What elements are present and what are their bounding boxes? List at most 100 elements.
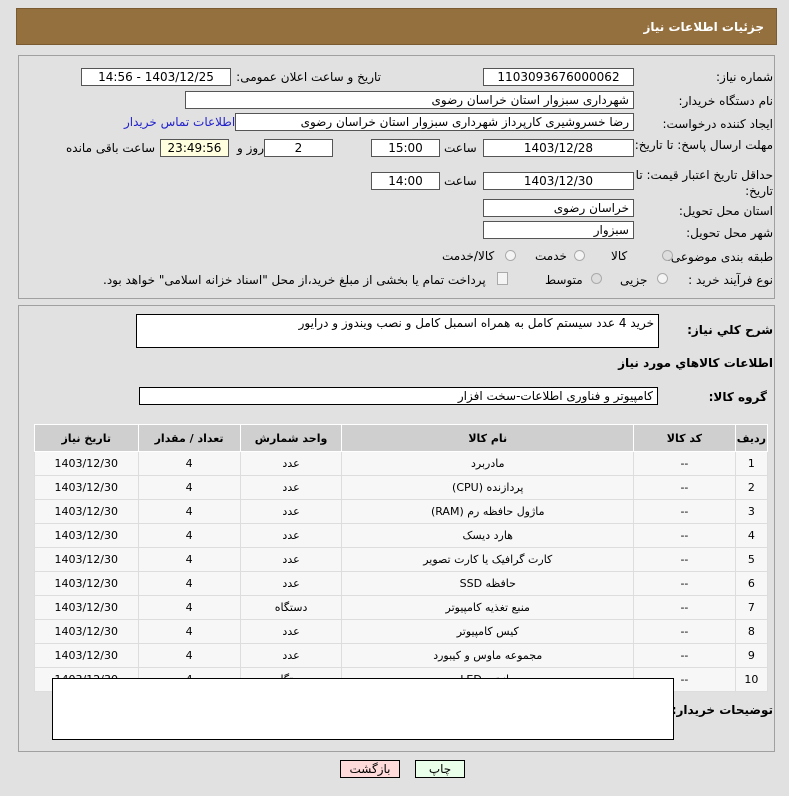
category-goods-service-label: کالا/خدمت xyxy=(442,249,495,263)
table-cell: 1403/12/30 xyxy=(34,499,139,524)
table-cell: 1403/12/30 xyxy=(34,547,139,572)
table-cell: کیس کامپیوتر xyxy=(341,619,635,644)
process-minor-label: جزیی xyxy=(620,273,648,287)
table-cell: عدد xyxy=(239,619,343,644)
validity-time-field: 14:00 xyxy=(371,172,440,190)
deadline-date-field: 1403/12/28 xyxy=(483,139,634,157)
process-label: نوع فرآیند خرید : xyxy=(688,273,773,287)
table-row: 5 -- کارت گرافیک یا کارت تصویر عدد 4 1403/12/… xyxy=(34,547,769,572)
table-cell: -- xyxy=(633,451,736,476)
validity-time-label: ساعت xyxy=(444,174,477,188)
announce-label: تاریخ و ساعت اعلان عمومی: xyxy=(236,70,381,84)
creator-label: ایجاد کننده درخواست: xyxy=(662,117,773,131)
table-header-row: ردیف کد کالا نام کالا واحد شمارش تعداد / مقد… xyxy=(34,424,769,452)
table-cell: -- xyxy=(633,547,736,572)
table-cell: 4 xyxy=(137,571,241,596)
table-row: 7 -- منبع تغذیه کامپیوتر دستگاه 4 1403/12/30 xyxy=(34,595,769,620)
category-service-radio[interactable] xyxy=(574,250,585,261)
table-cell: 6 xyxy=(734,571,769,596)
days-field: 2 xyxy=(264,139,333,157)
validity-label: حداقل تاریخ اعتبار قیمت: تا تاریخ: xyxy=(635,168,773,198)
table-cell: 1403/12/30 xyxy=(34,451,139,476)
buyer-contact-link[interactable]: اطلاعات تماس خریدار xyxy=(124,115,235,129)
payment-note: پرداخت تمام یا بخشی از مبلغ خرید،از محل … xyxy=(103,273,486,287)
category-goods-label: کالا xyxy=(611,249,628,263)
table-cell: 1403/12/30 xyxy=(34,619,139,644)
buyer-label: نام دستگاه خریدار: xyxy=(678,94,774,108)
process-minor-radio[interactable] xyxy=(657,273,668,284)
table-cell: عدد xyxy=(239,643,343,668)
city-field: سبزوار xyxy=(483,221,634,239)
table-cell: -- xyxy=(633,643,736,668)
announce-field: 1403/12/25 - 14:56 xyxy=(81,68,231,86)
category-goods-radio[interactable] xyxy=(662,250,673,261)
goods-group-field: کامپیوتر و فناوری اطلاعات-سخت افزار xyxy=(139,387,658,405)
table-cell: -- xyxy=(633,499,736,524)
table-cell: مجموعه ماوس و کیبورد xyxy=(341,643,635,668)
table-cell: 5 xyxy=(734,547,769,572)
goods-table: ردیف کد کالا نام کالا واحد شمارش تعداد / مقد… xyxy=(34,424,769,692)
buyer-notes-textarea[interactable] xyxy=(52,678,674,740)
category-goods-service-radio[interactable] xyxy=(505,250,516,261)
column-header: ردیف xyxy=(734,424,769,452)
back-button[interactable]: بازگشت xyxy=(340,760,400,778)
table-cell: 1403/12/30 xyxy=(34,475,139,500)
process-medium-radio[interactable] xyxy=(591,273,602,284)
table-row: 9 -- مجموعه ماوس و کیبورد عدد 4 1403/12/30 xyxy=(34,643,769,668)
table-row: 2 -- پردازنده (CPU) عدد 4 1403/12/30 xyxy=(34,475,769,500)
table-cell: 1403/12/30 xyxy=(34,595,139,620)
table-cell: عدد xyxy=(239,571,343,596)
table-cell: 1403/12/30 xyxy=(34,643,139,668)
table-cell: دستگاه xyxy=(239,595,343,620)
deadline-time-field: 15:00 xyxy=(371,139,440,157)
deadline-label: مهلت ارسال پاسخ: تا تاریخ: xyxy=(634,138,773,152)
table-cell: عدد xyxy=(239,475,343,500)
validity-date-field: 1403/12/30 xyxy=(483,172,634,190)
table-cell: 4 xyxy=(137,451,241,476)
creator-field: رضا خسروشیری کارپرداز شهرداری سبزوار است… xyxy=(235,113,634,131)
table-cell: 1403/12/30 xyxy=(34,571,139,596)
remaining-label: ساعت باقی مانده xyxy=(66,141,156,155)
table-cell: 9 xyxy=(734,643,769,668)
table-cell: 1 xyxy=(734,451,769,476)
table-row: 8 -- کیس کامپیوتر عدد 4 1403/12/30 xyxy=(34,619,769,644)
province-field: خراسان رضوی xyxy=(483,199,634,217)
summary-textarea[interactable]: خرید 4 عدد سیستم کامل به همراه اسمبل کام… xyxy=(136,314,659,348)
table-cell: عدد xyxy=(239,523,343,548)
table-cell: پردازنده (CPU) xyxy=(341,475,635,500)
table-row: 1 -- مادربرد عدد 4 1403/12/30 xyxy=(34,451,769,476)
need-number-label: شماره نیاز: xyxy=(716,70,773,84)
need-number-field: 1103093676000062 xyxy=(483,68,634,86)
treasury-checkbox[interactable] xyxy=(497,272,508,285)
table-cell: 4 xyxy=(137,643,241,668)
goods-group-label: گروه کالا: xyxy=(708,390,767,404)
table-cell: 4 xyxy=(137,595,241,620)
goods-info-title: اطلاعات کالاهاي مورد نياز xyxy=(618,356,773,370)
table-cell: 4 xyxy=(734,523,769,548)
table-cell: 8 xyxy=(734,619,769,644)
table-cell: 4 xyxy=(137,523,241,548)
table-cell: 3 xyxy=(734,499,769,524)
table-cell: 4 xyxy=(137,619,241,644)
table-cell: عدد xyxy=(239,547,343,572)
table-cell: -- xyxy=(633,595,736,620)
table-cell: حافظه SSD xyxy=(341,571,635,596)
table-cell: منبع تغذیه کامپیوتر xyxy=(341,595,635,620)
process-medium-label: متوسط xyxy=(545,273,583,287)
table-cell: عدد xyxy=(239,451,343,476)
column-header: نام کالا xyxy=(341,424,635,452)
table-cell: 10 xyxy=(734,667,769,692)
table-row: 4 -- هارد دیسک عدد 4 1403/12/30 xyxy=(34,523,769,548)
buyer-notes-label: توضیحات خریدار: xyxy=(671,703,773,717)
table-cell: 4 xyxy=(137,475,241,500)
summary-label: شرح کلي نياز: xyxy=(687,323,773,337)
table-cell: کارت گرافیک یا کارت تصویر xyxy=(341,547,635,572)
table-cell: 1403/12/30 xyxy=(34,523,139,548)
table-cell: 4 xyxy=(137,547,241,572)
table-cell: -- xyxy=(633,475,736,500)
table-cell: 4 xyxy=(137,499,241,524)
page-title: جزئیات اطلاعات نیاز xyxy=(643,20,764,34)
city-label: شهر محل تحویل: xyxy=(686,226,773,240)
print-button[interactable]: چاپ xyxy=(415,760,465,778)
table-cell: -- xyxy=(633,571,736,596)
